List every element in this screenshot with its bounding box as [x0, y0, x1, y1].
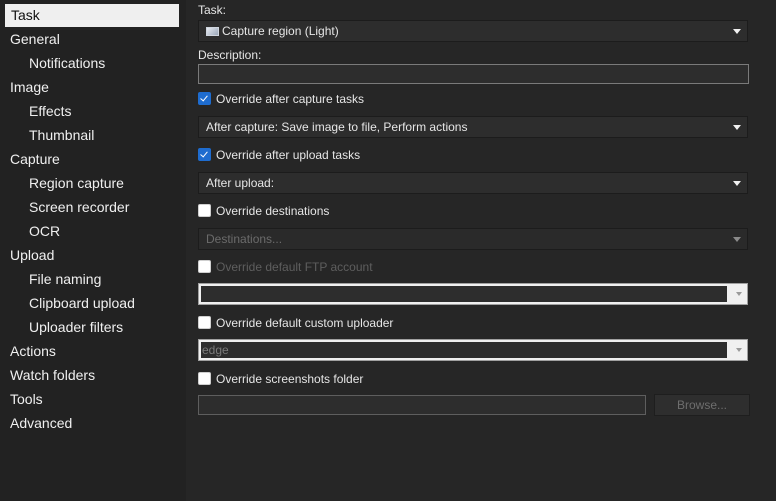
- destinations-value: Destinations...: [206, 232, 283, 246]
- override-custom-uploader-label: Override default custom uploader: [216, 316, 394, 330]
- checkbox-checked-icon[interactable]: [198, 92, 211, 105]
- sidebar: Task General Notifications Image Effects…: [0, 0, 186, 501]
- sidebar-item-general[interactable]: General: [10, 28, 60, 50]
- description-input[interactable]: [198, 64, 749, 84]
- ftp-account-dropdown[interactable]: [198, 283, 748, 305]
- capture-region-icon: [206, 27, 219, 36]
- task-settings-panel: Task: Capture region (Light) Description…: [186, 0, 776, 501]
- custom-uploader-dropdown[interactable]: edge: [198, 339, 748, 361]
- after-capture-dropdown[interactable]: After capture: Save image to file, Perfo…: [198, 116, 748, 138]
- task-label: Task:: [198, 3, 227, 17]
- after-upload-value: After upload:: [206, 176, 275, 190]
- custom-uploader-value: edge: [201, 342, 727, 358]
- sidebar-item-actions[interactable]: Actions: [10, 340, 56, 362]
- override-ftp-label: Override default FTP account: [216, 260, 373, 274]
- sidebar-item-file-naming[interactable]: File naming: [29, 268, 101, 290]
- sidebar-item-capture[interactable]: Capture: [10, 148, 60, 170]
- chevron-down-icon: [733, 181, 741, 186]
- checkbox-checked-icon[interactable]: [198, 148, 211, 161]
- after-capture-value: After capture: Save image to file, Perfo…: [206, 120, 468, 134]
- sidebar-item-image[interactable]: Image: [10, 76, 49, 98]
- after-upload-dropdown[interactable]: After upload:: [198, 172, 748, 194]
- sidebar-item-ocr[interactable]: OCR: [29, 220, 60, 242]
- sidebar-item-notifications[interactable]: Notifications: [29, 52, 105, 74]
- checkbox-unchecked-icon[interactable]: [198, 372, 211, 385]
- sidebar-item-advanced[interactable]: Advanced: [10, 412, 72, 434]
- override-destinations-label: Override destinations: [216, 204, 330, 218]
- checkbox-unchecked-icon[interactable]: [198, 204, 211, 217]
- sidebar-item-screen-recorder[interactable]: Screen recorder: [29, 196, 129, 218]
- chevron-down-icon: [733, 237, 741, 242]
- chevron-down-icon: [733, 125, 741, 130]
- checkbox-unchecked-icon[interactable]: [198, 316, 211, 329]
- sidebar-item-task[interactable]: Task: [5, 4, 179, 27]
- override-after-capture-label: Override after capture tasks: [216, 92, 365, 106]
- task-dropdown[interactable]: Capture region (Light): [198, 20, 748, 42]
- sidebar-item-upload[interactable]: Upload: [10, 244, 54, 266]
- destinations-dropdown[interactable]: Destinations...: [198, 228, 748, 250]
- checkbox-unchecked-icon[interactable]: [198, 260, 211, 273]
- sidebar-item-uploader-filters[interactable]: Uploader filters: [29, 316, 123, 338]
- chevron-down-icon: [736, 292, 742, 296]
- sidebar-item-effects[interactable]: Effects: [29, 100, 72, 122]
- browse-button[interactable]: Browse...: [654, 394, 750, 416]
- task-dropdown-value: Capture region (Light): [222, 24, 339, 38]
- override-after-upload-label: Override after upload tasks: [216, 148, 361, 162]
- sidebar-item-region-capture[interactable]: Region capture: [29, 172, 124, 194]
- sidebar-item-clipboard-upload[interactable]: Clipboard upload: [29, 292, 135, 314]
- sidebar-item-tools[interactable]: Tools: [10, 388, 43, 410]
- chevron-down-icon: [736, 348, 742, 352]
- sidebar-item-watch-folders[interactable]: Watch folders: [10, 364, 95, 386]
- ftp-account-value: [201, 286, 727, 302]
- override-screenshots-folder-label: Override screenshots folder: [216, 372, 364, 386]
- chevron-down-icon: [733, 29, 741, 34]
- description-label: Description:: [198, 48, 262, 62]
- sidebar-item-thumbnail[interactable]: Thumbnail: [29, 124, 94, 146]
- screenshots-folder-input[interactable]: [198, 395, 646, 415]
